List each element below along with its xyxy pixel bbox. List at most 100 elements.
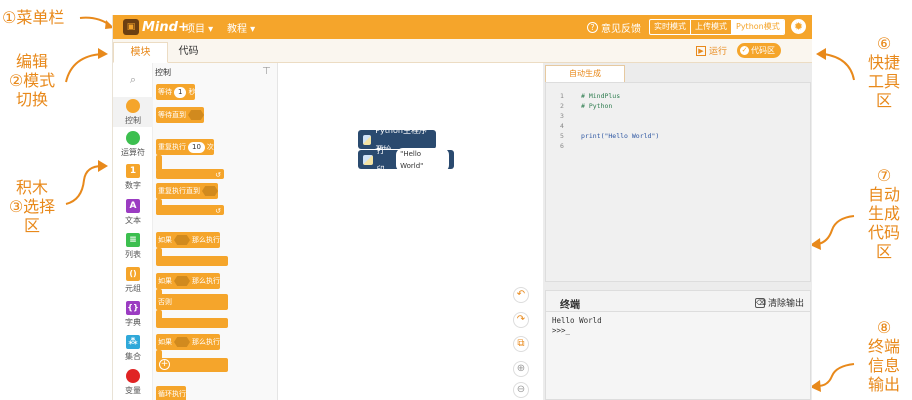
block-wait[interactable]: 等待 1 秒 (156, 84, 196, 100)
mode-upload[interactable]: 上传模式 (691, 20, 732, 34)
logo-text: Mind+ (142, 19, 189, 35)
tab-auto-generated[interactable]: 自动生成 (545, 65, 625, 82)
category-dict[interactable]: {} 字典 (113, 301, 153, 328)
edit-mode-tab-row: 模块 代码 ▶ 运行 ✓ 代码区 (113, 39, 812, 63)
code-text: # MindPlus (581, 92, 621, 100)
arrow-to-mode-tabs (65, 48, 108, 83)
code-text: print("Hello World") (581, 132, 660, 140)
category-variable[interactable]: 变量 (113, 369, 153, 396)
loop-arrow-icon: ↺ (215, 171, 221, 179)
block-text: 等待 (158, 88, 172, 96)
line-number: 6 (560, 142, 564, 150)
block-else-label: 否则 (156, 294, 228, 310)
block-if3-foot: + (156, 358, 228, 372)
annotation-shortcut-tools: ⑥ 快捷 工具 区 (867, 34, 900, 110)
add-branch-icon[interactable]: + (159, 359, 170, 370)
block-text: 重复执行 (158, 143, 186, 151)
condition-slot (174, 337, 190, 347)
block-text: 等待直到 (158, 111, 186, 119)
terminal-output[interactable]: Hello World >>>_ (545, 312, 811, 400)
tab-code[interactable]: 代码 (161, 42, 216, 63)
run-button[interactable]: ▶ 运行 (696, 44, 727, 57)
block-repeat-until[interactable]: 重复执行直到 (156, 183, 218, 199)
arrow-to-terminal (810, 363, 855, 392)
generated-code-area[interactable]: 1 # MindPlus 2 # Python 3 4 5 print("Hel… (545, 82, 811, 282)
mode-switcher: 实时模式 上传模式 Python模式 (649, 19, 785, 35)
clear-output-button[interactable]: ⌫ 清除输出 (754, 296, 804, 309)
mode-python[interactable]: Python模式 (732, 20, 784, 34)
category-tuple[interactable]: () 元组 (113, 267, 153, 294)
block-repeat[interactable]: 重复执行 10 次 (156, 139, 214, 155)
line-number: 3 (560, 112, 564, 120)
terminal-title: 终端 (560, 300, 580, 311)
block-text: 秒 (188, 88, 196, 96)
block-number-input[interactable]: 10 (188, 141, 205, 153)
feedback-button[interactable]: ? 意见反馈 (587, 20, 641, 35)
category-control[interactable]: 控制 (113, 97, 153, 127)
redo-icon[interactable]: ↷ (513, 312, 529, 328)
block-repeat-foot: ↺ (156, 169, 224, 179)
terminal-header: 终端 ⌫ 清除输出 (545, 290, 811, 312)
zoom-in-icon[interactable]: ⊕ (513, 361, 529, 377)
category-number[interactable]: 1 数字 (113, 164, 153, 191)
condition-slot (202, 186, 218, 196)
undo-icon[interactable]: ↶ (513, 287, 529, 303)
block-text: 循环执行 (158, 390, 186, 398)
category-label: 列表 (125, 250, 141, 259)
question-icon: ? (587, 22, 598, 33)
category-label: 数字 (125, 181, 141, 190)
category-set[interactable]: ⁂ 集合 (113, 335, 153, 362)
mode-realtime[interactable]: 实时模式 (650, 20, 691, 34)
line-number: 2 (560, 102, 564, 110)
python-main-start-block[interactable]: Python主程序开始 (358, 126, 436, 154)
category-text[interactable]: A 文本 (113, 199, 153, 226)
block-text: 次 (206, 143, 214, 151)
block-text: 那么执行 (192, 236, 220, 244)
menu-bar: ▣ Mind+ 项目 ▾ 教程 ▾ ? 意见反馈 实时模式 上传模式 Pytho… (113, 15, 812, 39)
category-label: 字典 (125, 318, 141, 327)
code-line: 1 # MindPlus (546, 91, 812, 101)
pin-icon[interactable]: ⊤ (262, 66, 271, 77)
block-wait-until[interactable]: 等待直到 (156, 107, 204, 123)
code-area-toggle[interactable]: ✓ 代码区 (737, 43, 781, 58)
dict-icon: {} (126, 301, 140, 315)
condition-slot (188, 110, 204, 120)
annotation-block-select: 积木 ③选择 区 (8, 178, 56, 235)
code-area-label: 代码区 (751, 46, 775, 55)
block-if-foot (156, 256, 228, 266)
category-operators[interactable]: 运算符 (113, 131, 153, 158)
terminal-line: >>>_ (552, 326, 571, 335)
zoom-out-icon[interactable]: ⊖ (513, 382, 529, 398)
python-icon (363, 134, 372, 145)
block-text: 如果 (158, 236, 172, 244)
category-list[interactable]: ≡ 列表 (113, 233, 153, 260)
block-workspace[interactable]: Python主程序开始 打印 "Hello World" ↶ ↷ ⧉ ⊕ ⊖ (278, 63, 543, 400)
menu-tutorial[interactable]: 教程 ▾ (227, 20, 255, 35)
settings-gear-icon[interactable]: ✹ (791, 19, 806, 34)
annotation-terminal: ⑧ 终端 信息 输出 (867, 318, 900, 394)
check-icon: ✓ (740, 46, 749, 55)
app-logo[interactable]: ▣ Mind+ (123, 17, 189, 37)
block-forever[interactable]: 循环执行 (156, 386, 186, 400)
block-if-then-extendable[interactable]: 如果 那么执行 (156, 334, 220, 350)
screenshot-root: ①菜单栏 编辑 ②模式 切换 积木 ③选择 区 ⑥ 快捷 工具 区 ⑦ 自动 生… (0, 0, 912, 400)
block-text: 重复执行直到 (158, 187, 200, 195)
condition-slot (174, 235, 190, 245)
block-if-else[interactable]: 如果 那么执行 (156, 273, 220, 289)
print-string-input[interactable]: "Hello World" (396, 147, 449, 172)
block-if-then[interactable]: 如果 那么执行 (156, 232, 220, 248)
category-label: 变量 (125, 386, 141, 395)
block-text: 如果 (158, 338, 172, 346)
code-line: 2 # Python (546, 101, 812, 111)
block-number-input[interactable]: 1 (174, 86, 187, 98)
search-icon[interactable]: ⌕ (126, 73, 140, 87)
print-block[interactable]: 打印 "Hello World" (358, 146, 454, 174)
menu-project[interactable]: 项目 ▾ (185, 20, 213, 35)
category-label: 文本 (125, 216, 141, 225)
loop-arrow-icon: ↺ (215, 207, 221, 215)
code-line: 3 (546, 111, 812, 121)
set-icon: ⁂ (126, 335, 140, 349)
cleanup-icon[interactable]: ⧉ (513, 336, 529, 352)
tab-blocks[interactable]: 模块 (113, 42, 168, 63)
block-text: 如果 (158, 277, 172, 285)
